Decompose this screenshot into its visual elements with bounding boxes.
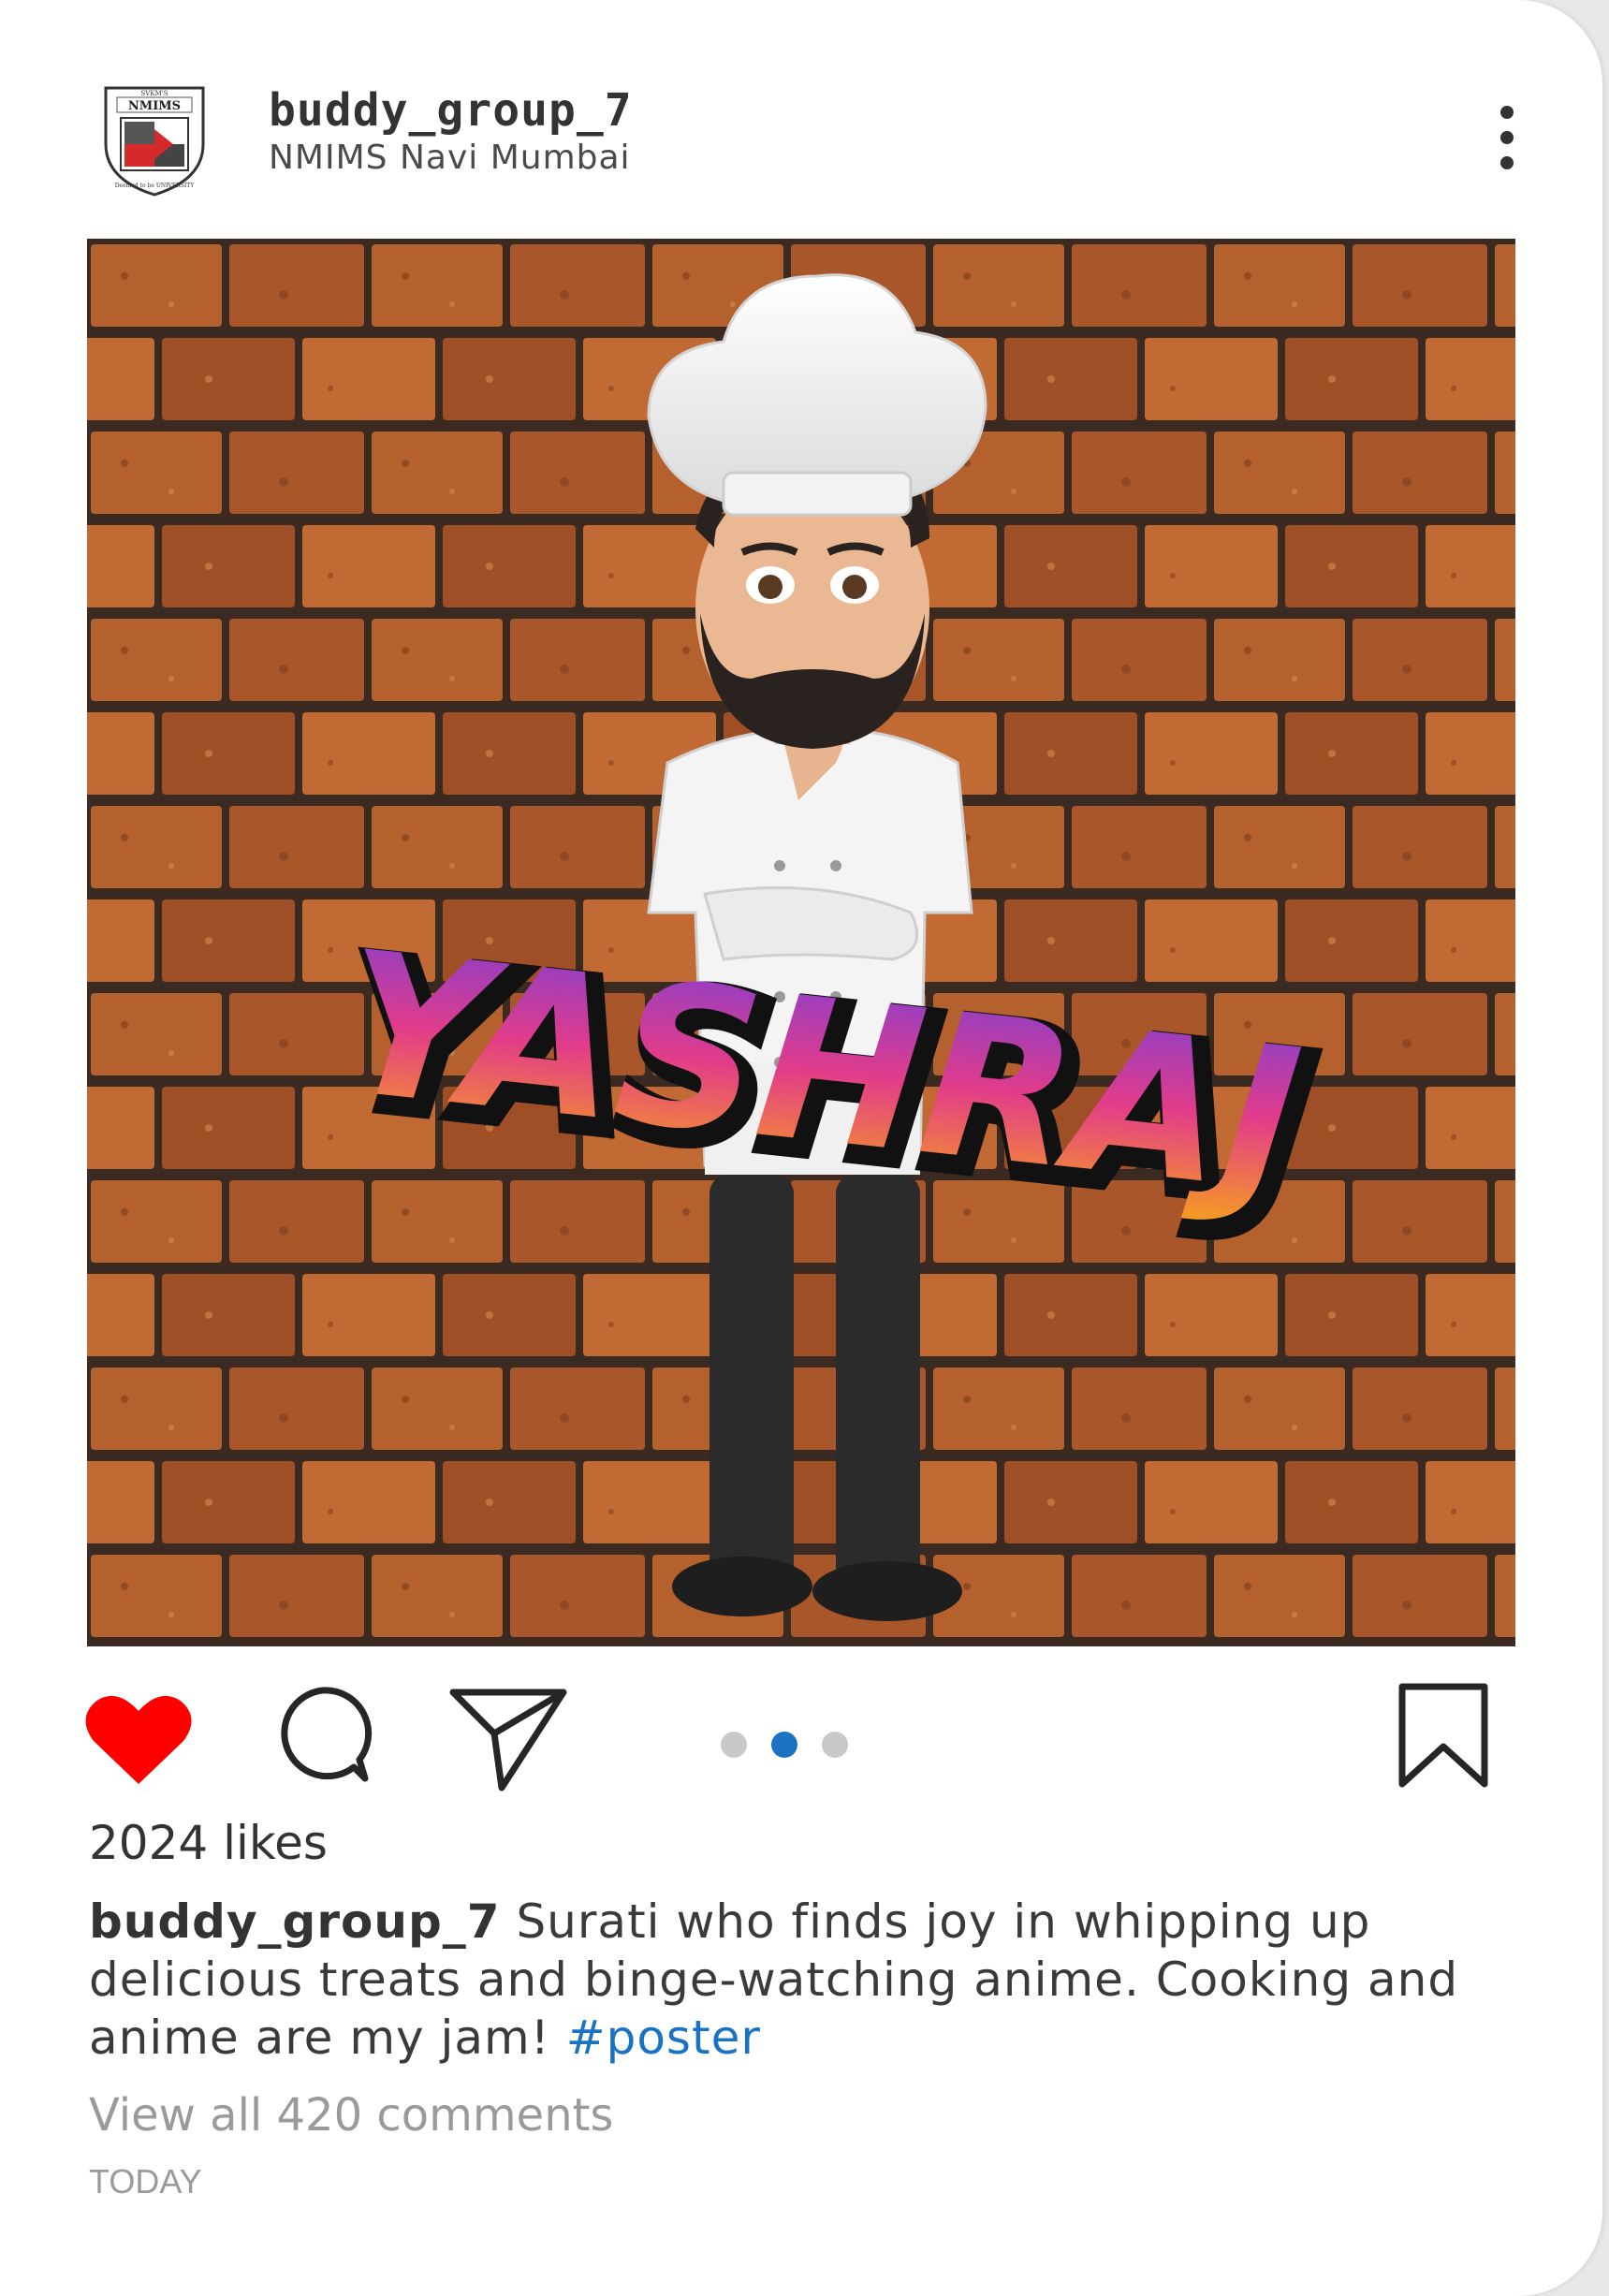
- logo-small-text: SVKM'S: [141, 90, 168, 97]
- heart-icon[interactable]: [82, 1690, 195, 1788]
- likes-count[interactable]: 2024 likes: [89, 1816, 328, 1870]
- carousel-dot[interactable]: [822, 1732, 848, 1758]
- post-photo[interactable]: YASHRAJ YASHRAJ: [87, 239, 1515, 1646]
- more-vertical-icon[interactable]: [1493, 105, 1521, 170]
- carousel-dot-active[interactable]: [771, 1732, 797, 1758]
- post-caption: buddy_group_7 Surati who finds joy in wh…: [89, 1893, 1549, 2067]
- view-comments-link[interactable]: View all 420 comments: [89, 2089, 613, 2142]
- comment-icon[interactable]: [271, 1685, 373, 1786]
- hashtag-link[interactable]: #poster: [566, 2011, 761, 2065]
- logo-bottom-text: Deemed to be UNIVERSITY: [115, 183, 196, 189]
- post-timestamp: TODAY: [89, 2162, 202, 2201]
- post-location[interactable]: NMIMS Navi Mumbai: [269, 139, 631, 177]
- caption-username[interactable]: buddy_group_7: [89, 1894, 501, 1949]
- carousel-dot[interactable]: [721, 1732, 747, 1758]
- carousel-indicator: [721, 1732, 848, 1758]
- post-header: SVKM'S NMIMS Deemed to be UNIVERSITY bud…: [0, 0, 1602, 234]
- action-bar: [0, 1675, 1602, 1797]
- nmims-logo-icon[interactable]: SVKM'S NMIMS Deemed to be UNIVERSITY: [98, 82, 211, 198]
- bookmark-icon[interactable]: [1395, 1681, 1492, 1790]
- logo-title-text: NMIMS: [128, 99, 181, 113]
- post-username[interactable]: buddy_group_7: [269, 84, 633, 137]
- post-card: SVKM'S NMIMS Deemed to be UNIVERSITY bud…: [0, 0, 1602, 2296]
- send-icon[interactable]: [447, 1685, 569, 1793]
